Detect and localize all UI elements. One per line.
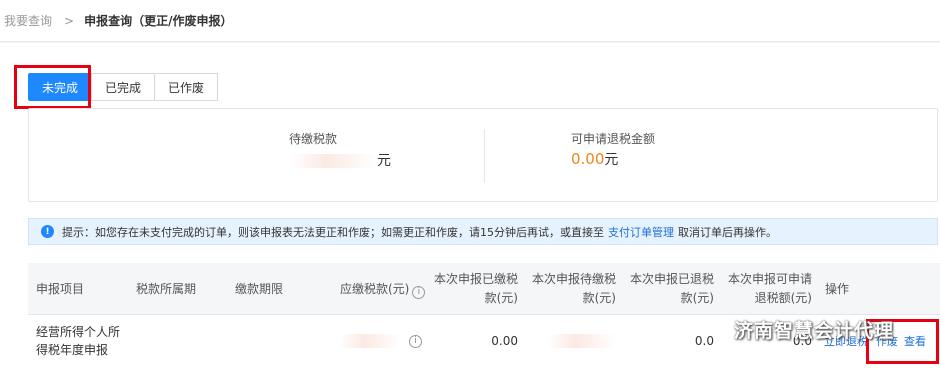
breadcrumb-separator: > — [64, 13, 75, 28]
col-deadline: 缴款期限 — [235, 282, 284, 296]
tax-due-label: 待缴税款 — [289, 132, 338, 146]
tax-due-amount-redacted — [291, 154, 377, 168]
notice-banner: ! 提示：如您存在未支付完成的订单，则该申报表无法更正和作废；如需更正和作废，请… — [28, 218, 938, 245]
row-tax-payable-redacted — [340, 334, 400, 348]
tax-due-unit: 元 — [377, 153, 391, 169]
col-ops: 操作 — [825, 282, 850, 296]
highlight-box-tab — [14, 65, 91, 109]
info-icon: ! — [41, 225, 54, 238]
watermark: 济南智慧会计代理 — [706, 316, 894, 343]
tab-completed[interactable]: 已完成 — [91, 73, 156, 101]
row-pending-redacted — [548, 334, 616, 348]
col-pending-line1: 本次申报待缴税 — [531, 272, 616, 286]
row-item: 经营所得个人所 得税年度申报 — [36, 323, 120, 359]
col-refunded-line2: 款(元) — [680, 291, 714, 305]
col-refunded-line1: 本次申报已退税 — [629, 272, 714, 286]
col-paid-line2: 款(元) — [484, 291, 518, 305]
refund-amount: 0.00 — [571, 150, 605, 168]
col-period: 税款所属期 — [136, 282, 197, 296]
breadcrumb-parent[interactable]: 我要查询 — [4, 12, 52, 29]
col-tax-payable-label: 应缴税款(元) — [340, 282, 410, 296]
tax-due-value: 元 — [291, 150, 391, 170]
col-paid-line1: 本次申报已缴税 — [433, 272, 518, 286]
row-item-line2: 得税年度申报 — [36, 343, 109, 357]
row-item-line1: 经营所得个人所 — [36, 325, 121, 339]
notice-text-after: 取消订单后再操作。 — [678, 225, 777, 239]
refund-unit: 元 — [604, 152, 619, 168]
declaration-table: 申报项目 税款所属期 缴款期限 应缴税款(元) i 本次申报已缴税 款(元) 本次申… — [28, 263, 940, 367]
col-pending: 本次申报待缴税款(元) — [528, 270, 616, 308]
refund-label: 可申请退税金额 — [571, 132, 656, 146]
watermark-text: 济南智慧会计代理 — [734, 320, 895, 342]
wechat-icon — [706, 322, 728, 337]
col-refundable-line2: 退税额(元) — [754, 291, 812, 305]
col-item: 申报项目 — [36, 282, 85, 296]
col-refundable: 本次申报可申请退税额(元) — [724, 270, 812, 308]
table-header: 申报项目 税款所属期 缴款期限 应缴税款(元) i 本次申报已缴税款(元) 本次申… — [28, 263, 940, 315]
refund-value: 0.00元 — [571, 149, 618, 169]
col-refunded: 本次申报已退税款(元) — [626, 270, 714, 308]
col-tax-payable: 应缴税款(元) i — [340, 280, 426, 299]
summary-divider — [484, 129, 485, 183]
col-pending-line2: 款(元) — [582, 291, 616, 305]
help-icon[interactable]: i — [412, 286, 426, 299]
notice-text-before: 提示：如您存在未支付完成的订单，则该申报表无法更正和作废；如需更正和作废，请15… — [62, 225, 604, 239]
payment-order-link[interactable]: 支付订单管理 — [608, 224, 674, 240]
row-refunded: 0.0 — [694, 334, 714, 348]
col-refundable-line1: 本次申报可申请 — [727, 272, 812, 286]
row-help-icon[interactable]: i — [409, 335, 422, 348]
summary-card: 待缴税款 元 可申请退税金额 0.00元 — [28, 108, 938, 202]
tab-voided[interactable]: 已作废 — [154, 73, 219, 101]
page-title: 申报查询（更正/作废申报） — [84, 14, 233, 28]
col-paid: 本次申报已缴税款(元) — [430, 270, 518, 308]
row-paid: 0.00 — [491, 334, 518, 348]
breadcrumb-bar: 我要查询 > 申报查询（更正/作废申报） — [0, 0, 940, 42]
